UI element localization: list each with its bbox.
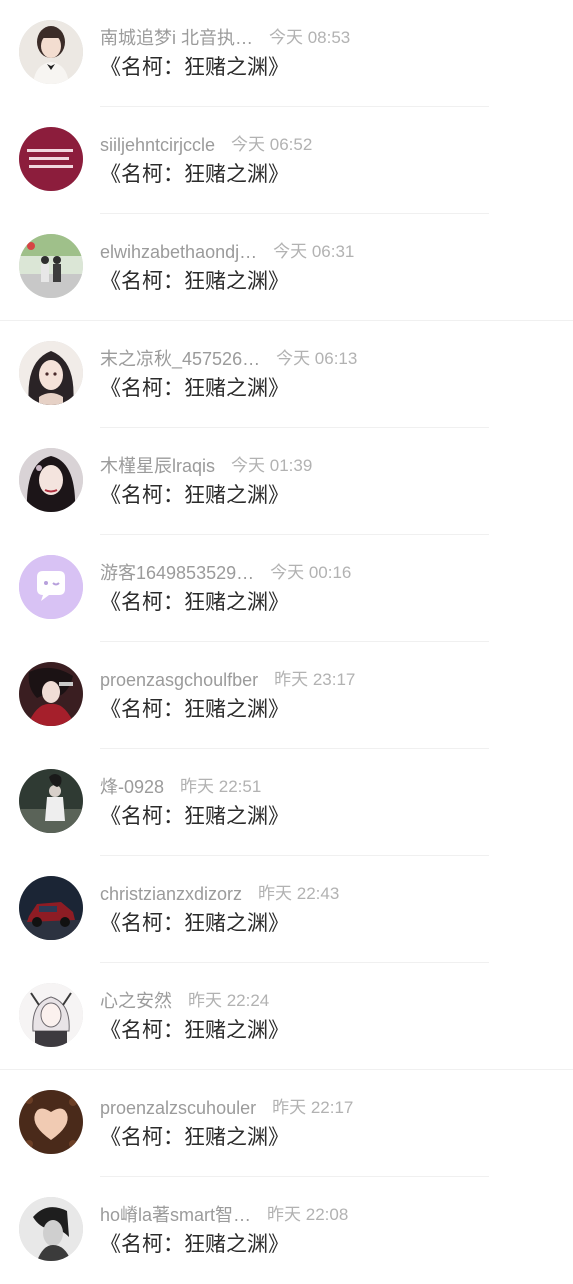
username[interactable]: 南城追梦i 北音执… — [100, 26, 253, 50]
timestamp: 昨天 23:17 — [274, 670, 356, 689]
comment-item[interactable]: 心之安然 昨天 22:24 《名柯：狂赌之渊》 — [0, 963, 573, 1070]
comment-meta: 木槿星辰lraqis 今天 01:39 — [100, 454, 312, 478]
coffee-heart-avatar[interactable] — [19, 1090, 83, 1154]
comment-item[interactable]: proenzalzscuhouler 昨天 22:17 《名柯：狂赌之渊》 — [0, 1070, 573, 1177]
username[interactable]: siiljehntcirjccle — [100, 133, 215, 157]
comment-item[interactable]: 末之凉秋_457526… 今天 06:13 《名柯：狂赌之渊》 — [0, 321, 573, 428]
comment-meta: 南城追梦i 北音执… 今天 08:53 — [100, 26, 350, 50]
username[interactable]: 心之安然 — [100, 989, 172, 1013]
comment-item[interactable]: siiljehntcirjccle 今天 06:52 《名柯：狂赌之渊》 — [0, 107, 573, 214]
comment-text: 《名柯：狂赌之渊》 — [100, 377, 289, 400]
anime-red-avatar[interactable] — [19, 662, 83, 726]
anime-girl-avatar[interactable] — [19, 341, 83, 405]
username[interactable]: ho嵴la著smart智… — [100, 1203, 251, 1227]
comment-text: 《名柯：狂赌之渊》 — [100, 56, 289, 79]
timestamp: 今天 06:13 — [276, 349, 358, 368]
username[interactable]: proenzalzscuhouler — [100, 1096, 256, 1120]
bw-portrait-avatar[interactable] — [19, 1197, 83, 1261]
comment-item[interactable]: elwihzabethaondj… 今天 06:31 《名柯：狂赌之渊》 — [0, 214, 573, 321]
street-couple-avatar[interactable] — [19, 234, 83, 298]
comment-text: 《名柯：狂赌之渊》 — [100, 698, 289, 721]
dark-photo-avatar[interactable] — [19, 769, 83, 833]
timestamp: 今天 06:52 — [231, 135, 313, 154]
comment-meta: elwihzabethaondj… 今天 06:31 — [100, 240, 354, 264]
comment-meta: proenzalzscuhouler 昨天 22:17 — [100, 1096, 353, 1120]
comment-text: 《名柯：狂赌之渊》 — [100, 1233, 289, 1256]
username[interactable]: elwihzabethaondj… — [100, 240, 257, 264]
comment-item[interactable]: christzianzxdizorz 昨天 22:43 《名柯：狂赌之渊》 — [0, 856, 573, 963]
comment-meta: 心之安然 昨天 22:24 — [100, 989, 269, 1013]
default-guest-avatar[interactable] — [19, 555, 83, 619]
comment-meta: 游客1649853529… 今天 00:16 — [100, 561, 351, 585]
username[interactable]: 游客1649853529… — [100, 561, 254, 585]
timestamp: 今天 00:16 — [270, 563, 352, 582]
comment-item[interactable]: ho嵴la著smart智… 昨天 22:08 《名柯：狂赌之渊》 — [0, 1177, 573, 1284]
comment-text: 《名柯：狂赌之渊》 — [100, 912, 289, 935]
comment-text: 《名柯：狂赌之渊》 — [100, 805, 289, 828]
car-avatar[interactable] — [19, 876, 83, 940]
anime-sketch-avatar[interactable] — [19, 983, 83, 1047]
comment-list: 南城追梦i 北音执… 今天 08:53 《名柯：狂赌之渊》 siiljehntci… — [0, 0, 573, 1284]
text-card-avatar[interactable] — [19, 127, 83, 191]
timestamp: 今天 01:39 — [231, 456, 313, 475]
comment-text: 《名柯：狂赌之渊》 — [100, 163, 289, 186]
timestamp: 昨天 22:17 — [272, 1098, 354, 1117]
username[interactable]: proenzasgchoulfber — [100, 668, 258, 692]
comment-item[interactable]: 游客1649853529… 今天 00:16 《名柯：狂赌之渊》 — [0, 535, 573, 642]
timestamp: 昨天 22:51 — [180, 777, 262, 796]
comment-meta: christzianzxdizorz 昨天 22:43 — [100, 882, 339, 906]
comment-meta: proenzasgchoulfber 昨天 23:17 — [100, 668, 355, 692]
username[interactable]: 木槿星辰lraqis — [100, 454, 215, 478]
timestamp: 昨天 22:24 — [188, 991, 270, 1010]
comment-meta: ho嵴la著smart智… 昨天 22:08 — [100, 1203, 348, 1227]
comment-text: 《名柯：狂赌之渊》 — [100, 1019, 289, 1042]
username[interactable]: 烽-0928 — [100, 775, 164, 799]
timestamp: 昨天 22:43 — [258, 884, 340, 903]
username[interactable]: 末之凉秋_457526… — [100, 347, 260, 371]
comment-text: 《名柯：狂赌之渊》 — [100, 484, 289, 507]
timestamp: 今天 08:53 — [269, 28, 351, 47]
comment-meta: siiljehntcirjccle 今天 06:52 — [100, 133, 312, 157]
comment-item[interactable]: 南城追梦i 北音执… 今天 08:53 《名柯：狂赌之渊》 — [0, 0, 573, 107]
comment-meta: 烽-0928 昨天 22:51 — [100, 775, 261, 799]
comment-text: 《名柯：狂赌之渊》 — [100, 1126, 289, 1149]
comment-item[interactable]: proenzasgchoulfber 昨天 23:17 《名柯：狂赌之渊》 — [0, 642, 573, 749]
comment-item[interactable]: 烽-0928 昨天 22:51 《名柯：狂赌之渊》 — [0, 749, 573, 856]
comment-meta: 末之凉秋_457526… 今天 06:13 — [100, 347, 357, 371]
comment-text: 《名柯：狂赌之渊》 — [100, 591, 289, 614]
girl-portrait-avatar[interactable] — [19, 20, 83, 84]
username[interactable]: christzianzxdizorz — [100, 882, 242, 906]
timestamp: 今天 06:31 — [273, 242, 355, 261]
timestamp: 昨天 22:08 — [267, 1205, 349, 1224]
comment-text: 《名柯：狂赌之渊》 — [100, 270, 289, 293]
comment-item[interactable]: 木槿星辰lraqis 今天 01:39 《名柯：狂赌之渊》 — [0, 428, 573, 535]
actress-avatar[interactable] — [19, 448, 83, 512]
